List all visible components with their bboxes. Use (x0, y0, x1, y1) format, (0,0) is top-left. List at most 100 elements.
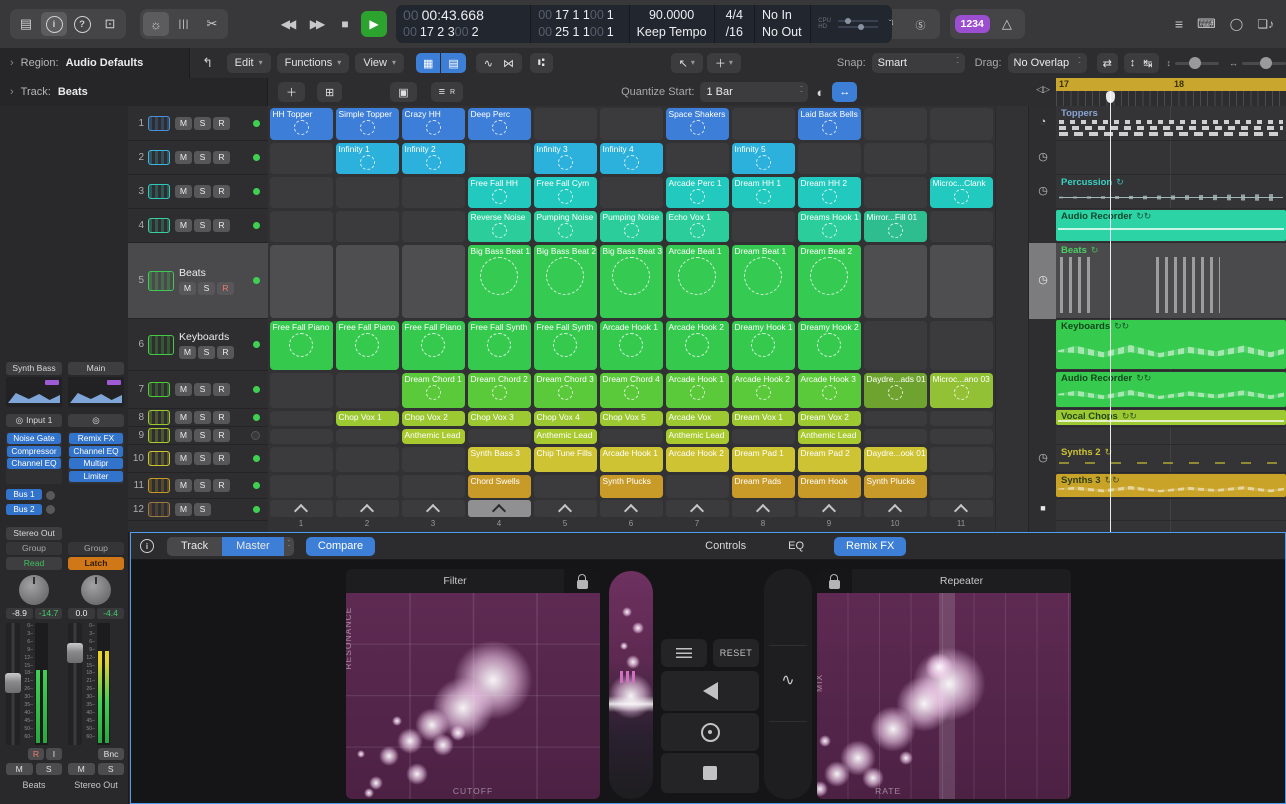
inspector-info-icon[interactable]: i (41, 12, 67, 36)
track-inspector-header[interactable]: › Track: Beats (0, 78, 268, 106)
track-header-1[interactable]: 1MSR (128, 106, 268, 141)
scene-trigger-2[interactable] (336, 500, 399, 517)
fx-settings-button[interactable] (661, 639, 707, 667)
send-slot[interactable]: Bus 1 (6, 489, 42, 500)
solo-button[interactable]: S (194, 185, 211, 198)
insert-slot[interactable]: Limiter (69, 471, 123, 482)
send-knob[interactable] (46, 491, 55, 500)
loop-cell[interactable]: Dream Chord 1 (402, 373, 465, 408)
input-monitor-dot[interactable] (253, 341, 260, 348)
quantize-start-select[interactable]: 1 Barˆˇ (700, 82, 808, 102)
track-header-8[interactable]: 8MSR (128, 409, 268, 427)
solo-button[interactable]: S (198, 282, 215, 295)
loop-cell[interactable]: Dream Beat 1 (732, 245, 795, 318)
empty-cell[interactable] (270, 447, 333, 472)
panel-expand-icon[interactable]: ◁▷ (1029, 84, 1057, 95)
mute-button[interactable]: M (175, 411, 192, 424)
strip-title[interactable]: Main (68, 362, 124, 375)
empty-cell[interactable] (336, 475, 399, 498)
lcd-section-3[interactable]: 4/4/16 (715, 5, 755, 43)
v-zoom-slider[interactable]: ↕ (1167, 58, 1220, 68)
empty-cell[interactable] (600, 177, 663, 208)
solo-button[interactable]: S (194, 383, 211, 396)
solo-button[interactable]: S (194, 117, 211, 130)
crossfade-icon[interactable]: ⋈ (503, 57, 514, 70)
mute-button[interactable]: M (179, 282, 196, 295)
loop-cell[interactable]: Space Shakers (666, 108, 729, 140)
empty-cell[interactable] (864, 245, 927, 318)
record-enable-button[interactable]: R (213, 117, 230, 130)
zoom-vertical-icon[interactable]: ↕ (1130, 57, 1136, 69)
add-track-button[interactable]: ＋ (278, 82, 305, 102)
tracks-view-button[interactable]: ▤ (441, 53, 465, 73)
tab-eq[interactable]: EQ (776, 537, 816, 556)
loop-cell[interactable]: Dream Vox 1 (732, 411, 795, 426)
loop-cell[interactable]: Echo Vox 1 (666, 211, 729, 242)
library-icon[interactable]: ☼ (143, 12, 169, 36)
view-menu[interactable]: View▾ (355, 53, 404, 73)
quick-help-icon[interactable]: ? (69, 12, 95, 36)
scratch-button[interactable] (661, 713, 759, 751)
loop-cell[interactable]: Free Fall Piano (270, 321, 333, 370)
row-play-progress-icon[interactable]: ◷ (1029, 273, 1057, 286)
play-button[interactable]: ▶ (361, 11, 387, 37)
loop-cell[interactable]: Pumping Noise (534, 211, 597, 242)
insert-slot[interactable]: Noise Gate (7, 433, 61, 444)
empty-cell[interactable] (270, 429, 333, 444)
record-enable-button[interactable]: R (213, 383, 230, 396)
empty-cell[interactable] (864, 177, 927, 208)
loop-cell[interactable]: Arcade Hook 1 (600, 447, 663, 472)
track-lane-empty[interactable] (1056, 499, 1286, 521)
scene-trigger-5[interactable] (534, 500, 597, 517)
input-monitor-dot[interactable] (253, 414, 260, 421)
empty-cell[interactable] (270, 475, 333, 498)
empty-cell[interactable] (402, 475, 465, 498)
cut-icon[interactable]: ✂ (199, 12, 225, 36)
scene-trigger-3[interactable] (402, 500, 465, 517)
empty-cell[interactable] (930, 143, 993, 174)
input-monitor-button[interactable]: I (46, 748, 62, 760)
lcd-section-1[interactable]: 0017 1 10010025 1 1001 (531, 5, 629, 43)
stop-all-icon[interactable]: ■ (1029, 503, 1057, 513)
loop-cell[interactable]: Laid Back Bells (798, 108, 861, 140)
solo-button[interactable]: S (194, 151, 211, 164)
track-header-12[interactable]: 12MS (128, 499, 268, 521)
loop-cell[interactable]: Dream Chord 3 (534, 373, 597, 408)
mute-button[interactable]: M (175, 185, 192, 198)
loop-cell[interactable]: Free Fall Piano (336, 321, 399, 370)
empty-cell[interactable] (534, 475, 597, 498)
row-play-progress-icon[interactable]: ◷ (1029, 184, 1057, 197)
loop-cell[interactable]: Reverse Noise (468, 211, 531, 242)
zoom-horizontal-icon[interactable]: ↹ (1143, 57, 1152, 70)
empty-cell[interactable] (270, 245, 333, 318)
loop-cell[interactable]: Dreamy Hook 2 (798, 321, 861, 370)
track-lane-percussion[interactable]: Percussion↻ (1056, 175, 1286, 209)
eq-thumbnail[interactable] (68, 377, 124, 407)
record-enable-button[interactable]: R (217, 346, 234, 359)
mute-button[interactable]: M (175, 479, 192, 492)
loop-cell[interactable]: Dream Pad 1 (732, 447, 795, 472)
record-enable-button[interactable]: R (213, 429, 230, 442)
lcd-section-4[interactable]: No InNo Out (755, 5, 811, 43)
record-enable-button[interactable]: R (213, 219, 230, 232)
automation-mode[interactable]: Read (6, 557, 62, 570)
empty-cell[interactable] (402, 245, 465, 318)
reverse-button[interactable] (661, 671, 759, 711)
track-header-3[interactable]: 3MSR (128, 175, 268, 209)
count-in-badge[interactable]: 1234 (955, 15, 990, 33)
input-monitor-dot[interactable] (253, 120, 260, 127)
loop-cell[interactable]: Arcade Hook 1 (666, 373, 729, 408)
record-enable-button[interactable]: R (213, 452, 230, 465)
solo-button[interactable]: S (98, 763, 125, 775)
filter-xy-pad[interactable]: RESONANCECUTOFF (346, 593, 600, 799)
tab-remix-fx[interactable]: Remix FX (834, 537, 906, 556)
track-header-9[interactable]: 9MSR (128, 427, 268, 445)
fader-handle[interactable] (67, 643, 83, 663)
fader-track[interactable] (6, 623, 20, 745)
empty-cell[interactable] (402, 447, 465, 472)
edit-menu[interactable]: Edit▾ (227, 53, 271, 73)
mute-button[interactable]: M (175, 151, 192, 164)
reset-button[interactable]: RESET (713, 639, 759, 667)
track-segment[interactable]: Track (167, 537, 222, 556)
input-monitor-dot[interactable] (253, 506, 260, 513)
